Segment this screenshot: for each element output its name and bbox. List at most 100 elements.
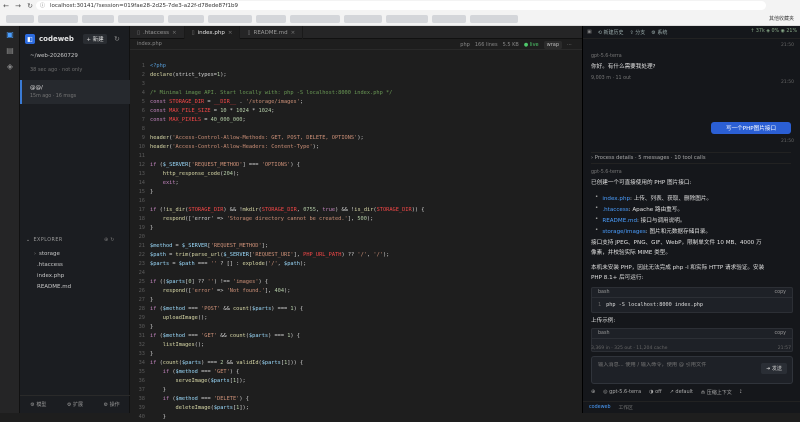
address-bar[interactable]: ⓘ localhost:30141/?session=019fae28-2d25… <box>36 1 766 10</box>
compress-context-button[interactable]: ⟰ 压缩上下文 <box>701 389 732 396</box>
reload-icon[interactable]: ↻ <box>24 0 36 11</box>
send-button[interactable]: ➜ 发送 <box>761 363 787 374</box>
panel-icon[interactable]: ▣ <box>587 29 592 35</box>
code-token: STORAGE_DIR <box>169 99 205 105</box>
bookmark[interactable] <box>38 15 78 23</box>
tab-htaccess[interactable]: ▯ .htaccess × <box>130 26 185 39</box>
code-token: '/storage/images' <box>245 99 300 105</box>
footer-workspace[interactable]: 工作区 <box>619 404 633 411</box>
mode-selector[interactable]: ↗ default <box>670 389 693 395</box>
session-item[interactable]: @@/ 15m ago · 16 msgs <box>20 80 130 104</box>
code-token: ) === <box>271 306 291 312</box>
tab-indexphp[interactable]: ▯ index.php × <box>184 26 241 39</box>
code-token: 1024 <box>258 108 272 114</box>
line-number: 16 <box>138 198 145 204</box>
code-token: 0755 <box>303 207 316 213</box>
line-number: 35 <box>138 369 145 375</box>
code-token: } <box>150 351 154 357</box>
close-icon[interactable]: × <box>172 30 177 36</box>
line-number: 32 <box>138 342 145 348</box>
file-link[interactable]: storage/images <box>602 229 645 235</box>
copy-button[interactable]: copy <box>775 290 786 295</box>
files-icon[interactable]: ▤ <box>0 42 20 58</box>
back-icon[interactable]: ← <box>0 0 12 11</box>
tree-item-label: index.php <box>37 273 65 279</box>
bookmark[interactable] <box>470 15 518 23</box>
explorer-header[interactable]: ⌄ EXPLORER <box>26 238 63 243</box>
chat-history-button[interactable]: ⟲ 新建历史 <box>598 29 624 36</box>
wrap-button[interactable]: wrap <box>543 41 562 49</box>
chat-input[interactable] <box>598 362 738 368</box>
explorer-actions[interactable]: ⊕↻ <box>104 237 116 243</box>
bookmark[interactable] <box>290 15 340 23</box>
code-token: (); <box>194 342 205 348</box>
chat-input-box[interactable]: ➜ 发送 <box>591 356 793 384</box>
bookmark[interactable] <box>82 15 114 23</box>
bookmark[interactable] <box>168 15 204 23</box>
close-icon[interactable]: × <box>291 30 296 36</box>
tree-item-readmemd[interactable]: README.md <box>34 284 71 290</box>
bookmark[interactable] <box>432 15 466 23</box>
code-line: 24 <box>130 269 570 278</box>
code-token: } <box>150 225 154 231</box>
bookmark[interactable] <box>386 15 428 23</box>
code-token: is_dir <box>354 207 374 213</box>
code-token: === <box>194 261 211 267</box>
process-details-toggle[interactable]: › Process details · 5 messages · 10 tool… <box>591 152 791 164</box>
bookmark[interactable] <box>256 15 286 23</box>
reasoning-toggle[interactable]: ◑ off <box>649 389 661 395</box>
code-token: ])) { <box>287 360 304 366</box>
footer-item-model[interactable]: ⚙ 模型 <box>30 401 46 408</box>
copy-button[interactable]: copy <box>775 331 786 336</box>
layers-icon[interactable]: ◈ <box>0 58 20 74</box>
sessions-icon[interactable]: ▣ <box>0 26 20 42</box>
file-link[interactable]: index.php <box>602 196 630 202</box>
code-token: $_SERVER <box>181 243 208 249</box>
bullet-text: : 接口与调用说明。 <box>637 218 686 224</box>
system-button[interactable]: ⚙ 系统 <box>651 29 667 36</box>
code-line: 38 if ($method === 'DELETE') { <box>130 395 570 404</box>
bookmark[interactable] <box>6 15 34 23</box>
close-icon[interactable]: × <box>228 30 233 36</box>
code-token: count <box>229 333 246 339</box>
attach-icon[interactable]: ⊕ <box>591 389 595 395</box>
workspace-path[interactable]: ~/web-20260729 <box>30 53 78 59</box>
line-number: 31 <box>138 333 145 339</box>
code-token: } <box>150 414 166 420</box>
footer-item-extensions[interactable]: ⚙ 扩展 <box>67 401 83 408</box>
new-session-button[interactable]: + 新建 <box>83 34 107 44</box>
code-token: 1024 <box>236 108 249 114</box>
other-bookmarks[interactable]: 其他收藏夹 <box>769 15 794 22</box>
code-token: ] === <box>242 162 262 168</box>
more-icon[interactable]: ⋯ <box>567 42 572 48</box>
bookmark[interactable] <box>118 15 164 23</box>
tab-readmemd[interactable]: ▯ README.md × <box>240 26 304 39</box>
summary-bullet: • index.php: 上传、列表、获取、删除图片。 <box>595 194 712 202</box>
code-token: ) { <box>258 279 269 285</box>
code-token: '/' <box>373 252 383 258</box>
code-token: * <box>226 108 237 114</box>
branch-button[interactable]: ⇪ 分支 <box>630 29 646 36</box>
file-link[interactable]: .htaccess <box>602 207 628 213</box>
refresh-icon[interactable]: ↻ <box>114 35 120 43</box>
tree-item-indexphp[interactable]: index.php <box>34 273 64 279</box>
anchor-icon[interactable]: ⟟ <box>740 389 742 395</box>
file-link[interactable]: README.md <box>602 218 637 224</box>
forward-icon[interactable]: → <box>12 0 24 11</box>
bookmark[interactable] <box>344 15 382 23</box>
tree-item-label: README.md <box>37 284 72 290</box>
tree-item-label: .htaccess <box>37 262 63 268</box>
tab-label: .htaccess <box>143 29 169 36</box>
line-number: 28 <box>138 306 145 312</box>
bullet-text: : Apache 路由重写。 <box>628 207 683 213</box>
footer-item-actions[interactable]: ⚙ 操作 <box>104 401 120 408</box>
tree-item-htaccess[interactable]: .htaccess <box>34 262 63 268</box>
code-token: PHP_URL_PATH <box>303 252 342 258</box>
tree-item-storage[interactable]: › storage <box>34 251 60 257</box>
bookmark[interactable] <box>208 15 252 23</box>
model-selector[interactable]: ◎ gpt-5.6-terra <box>603 389 641 395</box>
code-line: 1 <?php <box>130 62 570 71</box>
code-line: 39 deleteImage($parts[1]); <box>130 404 570 413</box>
code-token: mkdir <box>242 207 259 213</box>
code-token: 'error' <box>191 288 214 294</box>
